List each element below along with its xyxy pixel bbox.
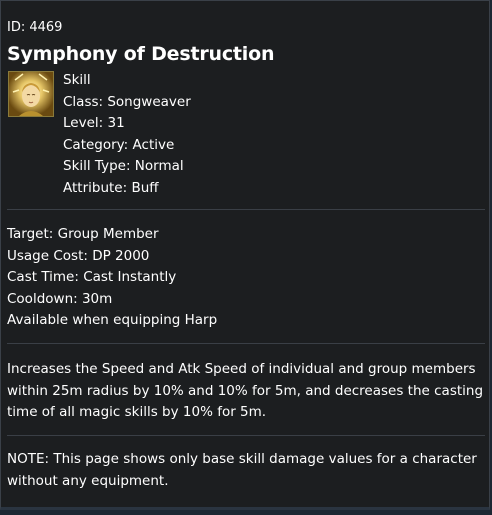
skill-cast-time: Cast Time: Cast Instantly	[7, 269, 177, 286]
skill-attribute: Attribute: Buff	[63, 179, 159, 196]
skill-kind: Skill	[63, 72, 91, 88]
skill-cooldown: Cooldown: 30m	[7, 290, 113, 307]
skill-category: Category: Active	[63, 136, 175, 153]
songweaver-skill-portrait-icon	[8, 71, 54, 117]
skill-target: Target: Group Member	[7, 226, 159, 242]
skill-type: Skill Type: Normal	[63, 158, 184, 175]
skill-description: Increases the Speed and Atk Speed of ind…	[7, 361, 484, 421]
skill-usage-cost: Usage Cost: DP 2000	[7, 247, 150, 264]
skill-note: NOTE: This page shows only base skill da…	[7, 451, 477, 489]
skill-requirement: Available when equipping Harp	[7, 312, 218, 329]
skill-id: ID: 4469	[7, 20, 63, 35]
divider	[7, 343, 485, 344]
skill-level: Level: 31	[63, 115, 125, 132]
skill-class: Class: Songweaver	[63, 93, 191, 110]
divider	[7, 435, 485, 436]
skill-title: Symphony of Destruction	[7, 43, 275, 65]
skill-details: Target: Group Member Usage Cost: DP 2000…	[7, 224, 487, 332]
skill-tooltip: ID: 4469 Symphony of Destruction Skill C…	[0, 0, 490, 510]
skill-meta: Skill Class: Songweaver Level: 31 Catego…	[63, 70, 191, 200]
divider	[7, 209, 485, 210]
